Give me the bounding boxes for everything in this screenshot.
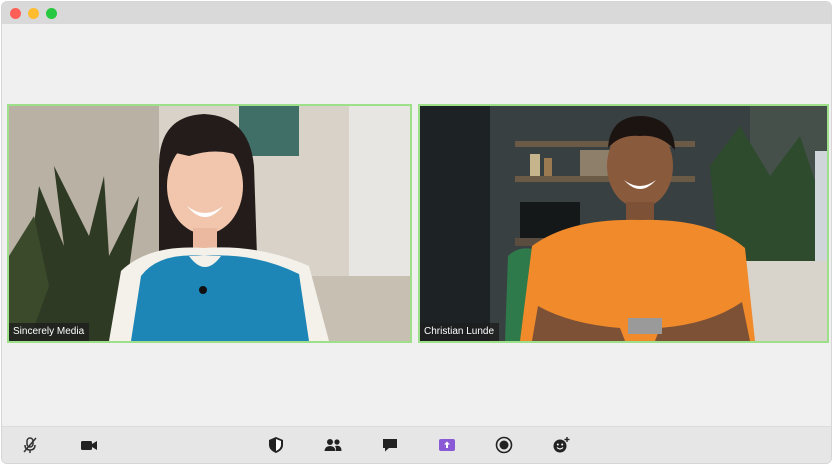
participant-name-label: Sincerely Media xyxy=(9,323,90,341)
reactions-icon xyxy=(553,437,570,453)
chat-button[interactable] xyxy=(379,435,401,455)
maximize-window-button[interactable] xyxy=(46,8,57,19)
minimize-window-button[interactable] xyxy=(28,8,39,19)
meeting-toolbar xyxy=(2,426,831,463)
share-screen-icon xyxy=(439,439,455,451)
video-call-window: Sincerely Media Christian Lunde xyxy=(1,1,832,464)
participant-video-feed xyxy=(420,106,827,341)
chat-icon xyxy=(383,439,397,452)
share-screen-button[interactable] xyxy=(436,435,458,455)
participant-video-feed xyxy=(9,106,410,341)
video-tile-sincerely-media[interactable]: Sincerely Media xyxy=(7,104,412,343)
video-camera-icon xyxy=(81,441,97,450)
stop-video-button[interactable] xyxy=(78,435,100,455)
video-tile-christian-lunde[interactable]: Christian Lunde xyxy=(418,104,829,343)
participants-button[interactable] xyxy=(322,435,344,455)
record-button[interactable] xyxy=(493,435,515,455)
mic-muted-icon xyxy=(23,437,37,453)
participant-name-label: Christian Lunde xyxy=(420,323,500,341)
security-button[interactable] xyxy=(265,435,287,455)
video-stage: Sincerely Media Christian Lunde xyxy=(2,24,831,429)
title-bar xyxy=(2,2,831,24)
security-shield-icon xyxy=(269,437,283,453)
mute-button[interactable] xyxy=(19,435,41,455)
close-window-button[interactable] xyxy=(10,8,21,19)
reactions-button[interactable] xyxy=(550,435,572,455)
record-icon xyxy=(495,436,513,454)
participants-icon xyxy=(324,439,342,451)
